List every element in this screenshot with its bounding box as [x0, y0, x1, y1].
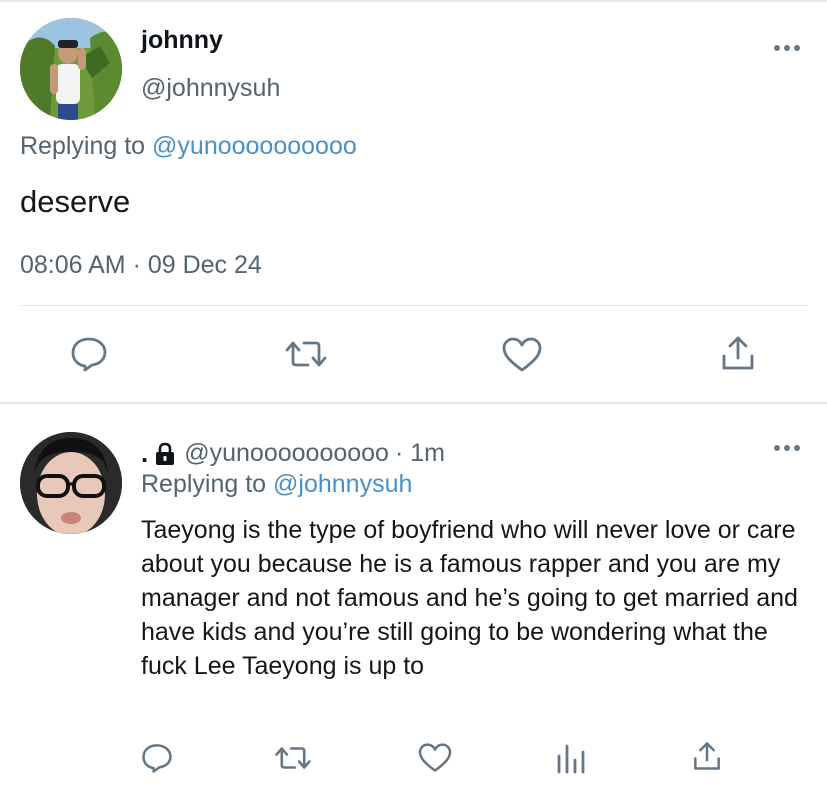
share-button[interactable] [692, 740, 722, 772]
reply-icon [71, 337, 107, 372]
retweet-button[interactable] [284, 338, 328, 370]
reply-button[interactable] [70, 336, 108, 372]
analytics-button[interactable] [556, 742, 586, 774]
more-options-icon[interactable] [772, 442, 802, 454]
like-icon [502, 337, 542, 372]
retweet-icon [285, 341, 327, 367]
like-button[interactable] [502, 337, 542, 373]
more-options-icon[interactable] [772, 42, 802, 54]
reply-header: . @yunoooooooooo · 1m [141, 438, 445, 469]
like-button[interactable] [418, 743, 452, 773]
share-icon [722, 336, 754, 370]
retweet-icon [275, 747, 311, 769]
replying-to-line: Replying to @johnnysuh [141, 470, 412, 499]
like-icon [418, 743, 452, 772]
tweet-time-ago[interactable]: · 1m [395, 439, 445, 468]
reply-button[interactable] [141, 742, 173, 774]
lock-icon [156, 442, 175, 465]
avatar-photo-icon [20, 18, 122, 120]
share-button[interactable] [720, 334, 756, 372]
divider [20, 305, 808, 306]
display-name[interactable]: johnny [141, 26, 223, 55]
share-icon [694, 742, 720, 770]
replying-to-line: Replying to @yunoooooooooo [20, 132, 357, 161]
reply-icon [142, 744, 172, 773]
replying-to-label: Replying to [141, 470, 274, 498]
tweet-text: deserve [20, 184, 131, 219]
tweet-timestamp[interactable]: 08:06 AM · 09 Dec 24 [20, 251, 262, 280]
tweet-separator [0, 402, 827, 404]
display-name[interactable]: . [141, 438, 148, 469]
avatar-photo-icon [20, 432, 122, 534]
replying-to-mention[interactable]: @johnnysuh [273, 470, 412, 498]
replying-to-mention[interactable]: @yunoooooooooo [152, 132, 357, 160]
avatar[interactable] [20, 18, 122, 120]
user-handle[interactable]: @yunoooooooooo [184, 439, 389, 468]
analytics-icon [557, 744, 585, 774]
tweet-text: Taeyong is the type of boyfriend who wil… [141, 516, 798, 680]
main-tweet: johnny @johnnysuh Replying to @yunoooooo… [0, 0, 827, 404]
avatar[interactable] [20, 432, 122, 534]
replying-to-label: Replying to [20, 132, 153, 160]
retweet-button[interactable] [274, 744, 312, 772]
user-handle[interactable]: @johnnysuh [141, 74, 280, 103]
